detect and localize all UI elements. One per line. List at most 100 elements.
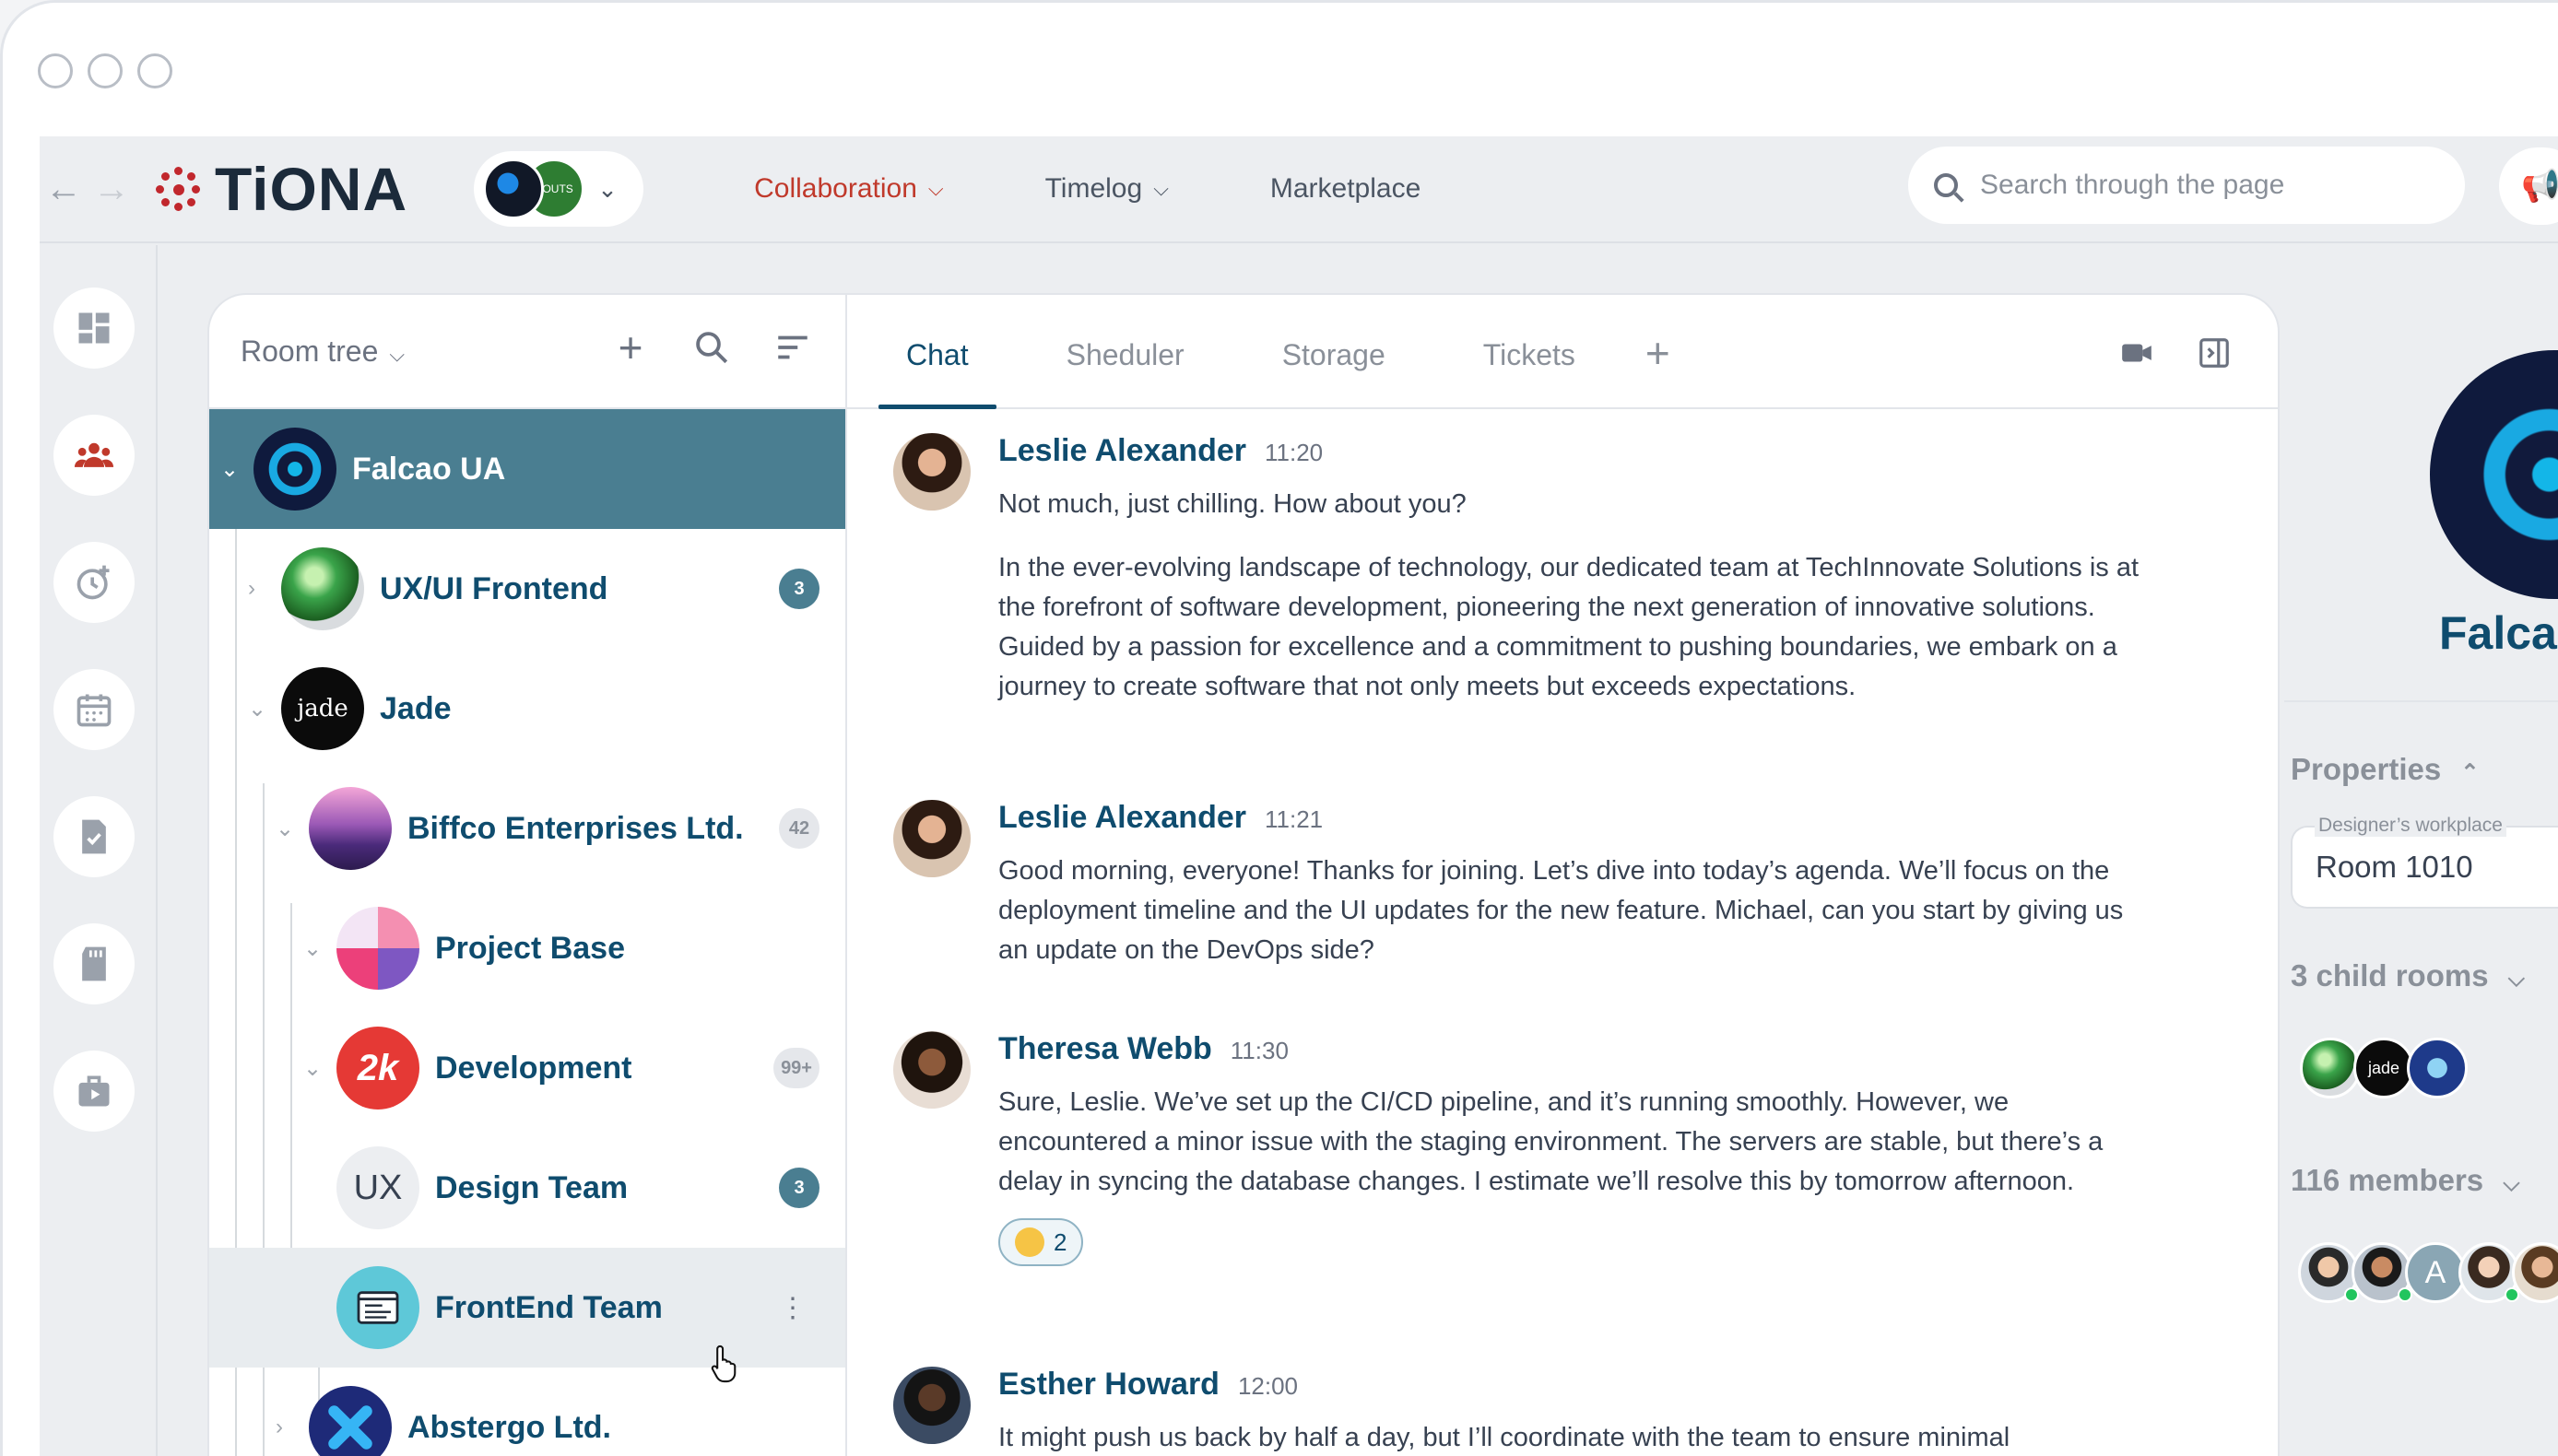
room-avatar: jade — [281, 667, 364, 750]
chevron-down-icon: ⌄ — [248, 696, 267, 722]
rail-storage-button[interactable] — [53, 923, 135, 1004]
room-avatar: 2k — [336, 1027, 419, 1110]
chevron-up-icon: ⌃ — [2460, 760, 2480, 785]
room-item[interactable]: FrontEnd Team ⋮ — [209, 1248, 845, 1368]
room-item[interactable]: ⌄ jade Jade — [209, 649, 845, 769]
left-rail — [40, 245, 158, 1456]
window-minimize-button[interactable] — [88, 53, 123, 88]
chat-message: Leslie Alexander 11:21 Good morning, eve… — [893, 800, 2239, 984]
message-text: Not much, just chilling. How about you? — [998, 489, 1467, 519]
chevron-down-icon: ⌵ — [389, 342, 406, 366]
member-avatar[interactable]: A — [2405, 1242, 2466, 1303]
chevron-right-icon: › — [276, 1415, 283, 1439]
window-close-button[interactable] — [38, 53, 73, 88]
room-tree-title-text: Room tree — [241, 334, 379, 368]
laughing-emoji-icon — [1015, 1227, 1044, 1257]
rail-dashboard-button[interactable] — [53, 288, 135, 369]
tab-chat[interactable]: Chat — [878, 338, 996, 409]
tab-tickets[interactable]: Tickets — [1456, 338, 1603, 407]
team-icon — [74, 442, 114, 467]
tab-sheduler[interactable]: Sheduler — [1039, 338, 1212, 407]
window-controls — [38, 53, 172, 88]
chevron-down-icon: ⌄ — [220, 456, 240, 482]
megaphone-icon[interactable]: 📢 — [2499, 147, 2558, 225]
video-camera-icon[interactable] — [2119, 335, 2154, 370]
properties-toggle[interactable]: Properties ⌃ — [2291, 752, 2480, 787]
dashboard-icon — [78, 312, 110, 344]
message-body: Not much, just chilling. How about you? … — [998, 485, 2141, 731]
nav-label: Collaboration — [754, 173, 917, 204]
time-add-icon — [77, 565, 110, 600]
members-label: 116 members — [2291, 1163, 2484, 1197]
room-name: Design Team — [435, 1169, 629, 1205]
add-room-icon[interactable]: + — [611, 326, 650, 369]
members-toggle[interactable]: 116 members ⌵ — [2291, 1163, 2520, 1198]
more-vertical-icon[interactable]: ⋮ — [779, 1292, 807, 1324]
room-tree-panel: Room tree ⌵ + ⌄ Falcao UA › UX/UI Fronte… — [207, 293, 845, 1456]
child-room-avatar[interactable] — [2300, 1038, 2361, 1098]
message-text: In the ever-evolving landscape of techno… — [998, 553, 2140, 701]
room-name: UX/UI Frontend — [380, 570, 608, 606]
workspace-switcher[interactable]: SOUTS ⌄ — [474, 151, 644, 227]
room-item[interactable]: ⌄ 2k Development 99+ — [209, 1008, 845, 1128]
child-room-avatar[interactable]: jade — [2353, 1038, 2414, 1098]
room-item[interactable]: ⌄ Biffco Enterprises Ltd. 42 — [209, 769, 845, 888]
search-input[interactable]: Search through the page — [1908, 147, 2465, 224]
nav-marketplace[interactable]: Marketplace — [1270, 173, 1420, 205]
message-author[interactable]: Leslie Alexander — [998, 800, 1246, 836]
window-maximize-button[interactable] — [137, 53, 172, 88]
child-rooms-toggle[interactable]: 3 child rooms ⌵ — [2291, 958, 2525, 993]
message-author[interactable]: Leslie Alexander — [998, 433, 1246, 469]
room-tabs: Chat Sheduler Storage Tickets + — [847, 295, 2278, 409]
tab-storage[interactable]: Storage — [1255, 338, 1413, 407]
nav-label: Marketplace — [1269, 173, 1421, 204]
room-item[interactable]: UX Design Team 3 — [209, 1128, 845, 1248]
room-avatar — [336, 907, 419, 990]
nav-collaboration[interactable]: Collaboration ⌵ — [754, 173, 943, 205]
nav-label: Timelog — [1044, 173, 1143, 204]
avatar[interactable] — [893, 1367, 971, 1444]
chat-message: Theresa Webb 11:30 Sure, Leslie. We’ve s… — [893, 1031, 2239, 1335]
message-header: Theresa Webb 11:30 — [998, 1031, 1289, 1067]
brand-logo[interactable]: TiONA — [152, 154, 407, 224]
chat-message: Esther Howard 12:00 It might push us bac… — [893, 1367, 2239, 1456]
rail-briefcase-button[interactable] — [53, 1051, 135, 1132]
calendar-icon — [77, 694, 112, 727]
search-icon[interactable] — [692, 328, 731, 367]
message-header: Esther Howard 12:00 — [998, 1367, 1298, 1403]
side-panel-icon[interactable] — [2197, 335, 2232, 370]
reaction-chip[interactable]: 2 — [998, 1218, 1084, 1266]
rail-documents-button[interactable] — [53, 796, 135, 877]
unread-badge: 99+ — [773, 1048, 819, 1088]
room-item[interactable]: ⌄ Falcao UA — [209, 409, 845, 529]
avatar[interactable] — [893, 800, 971, 877]
storage-icon — [82, 946, 106, 981]
rail-calendar-button[interactable] — [53, 669, 135, 750]
message-text: Good morning, everyone! Thanks for joini… — [998, 856, 2124, 965]
nav-timelog[interactable]: Timelog ⌵ — [1045, 173, 1169, 205]
room-avatar — [309, 1386, 392, 1456]
forward-arrow-icon[interactable]: → — [88, 169, 136, 210]
message-author[interactable]: Esther Howard — [998, 1367, 1220, 1403]
room-tree-title[interactable]: Room tree ⌵ — [241, 335, 405, 369]
rail-timelog-button[interactable] — [53, 542, 135, 623]
avatar[interactable] — [893, 1031, 971, 1109]
room-avatar — [336, 1266, 419, 1349]
message-author[interactable]: Theresa Webb — [998, 1031, 1212, 1067]
sort-icon[interactable] — [773, 328, 812, 367]
reaction-count: 2 — [1054, 1227, 1067, 1256]
tiona-logo-icon — [152, 163, 204, 215]
chevron-down-icon: ⌵ — [927, 177, 944, 200]
search-icon — [1934, 173, 1958, 197]
rail-team-button[interactable] — [53, 415, 135, 496]
room-name: Development — [435, 1050, 632, 1086]
main-nav: Collaboration ⌵ Timelog ⌵ Marketplace — [754, 173, 1522, 205]
avatar[interactable] — [893, 433, 971, 511]
room-item[interactable]: › UX/UI Frontend 3 — [209, 529, 845, 649]
add-tab-icon[interactable]: + — [1645, 328, 1670, 407]
back-arrow-icon[interactable]: ← — [40, 169, 88, 210]
child-room-avatar[interactable] — [2407, 1038, 2468, 1098]
room-item[interactable]: › Abstergo Ltd. — [209, 1368, 845, 1456]
message-text: Sure, Leslie. We’ve set up the CI/CD pip… — [998, 1087, 2104, 1196]
room-item[interactable]: ⌄ Project Base — [209, 888, 845, 1008]
